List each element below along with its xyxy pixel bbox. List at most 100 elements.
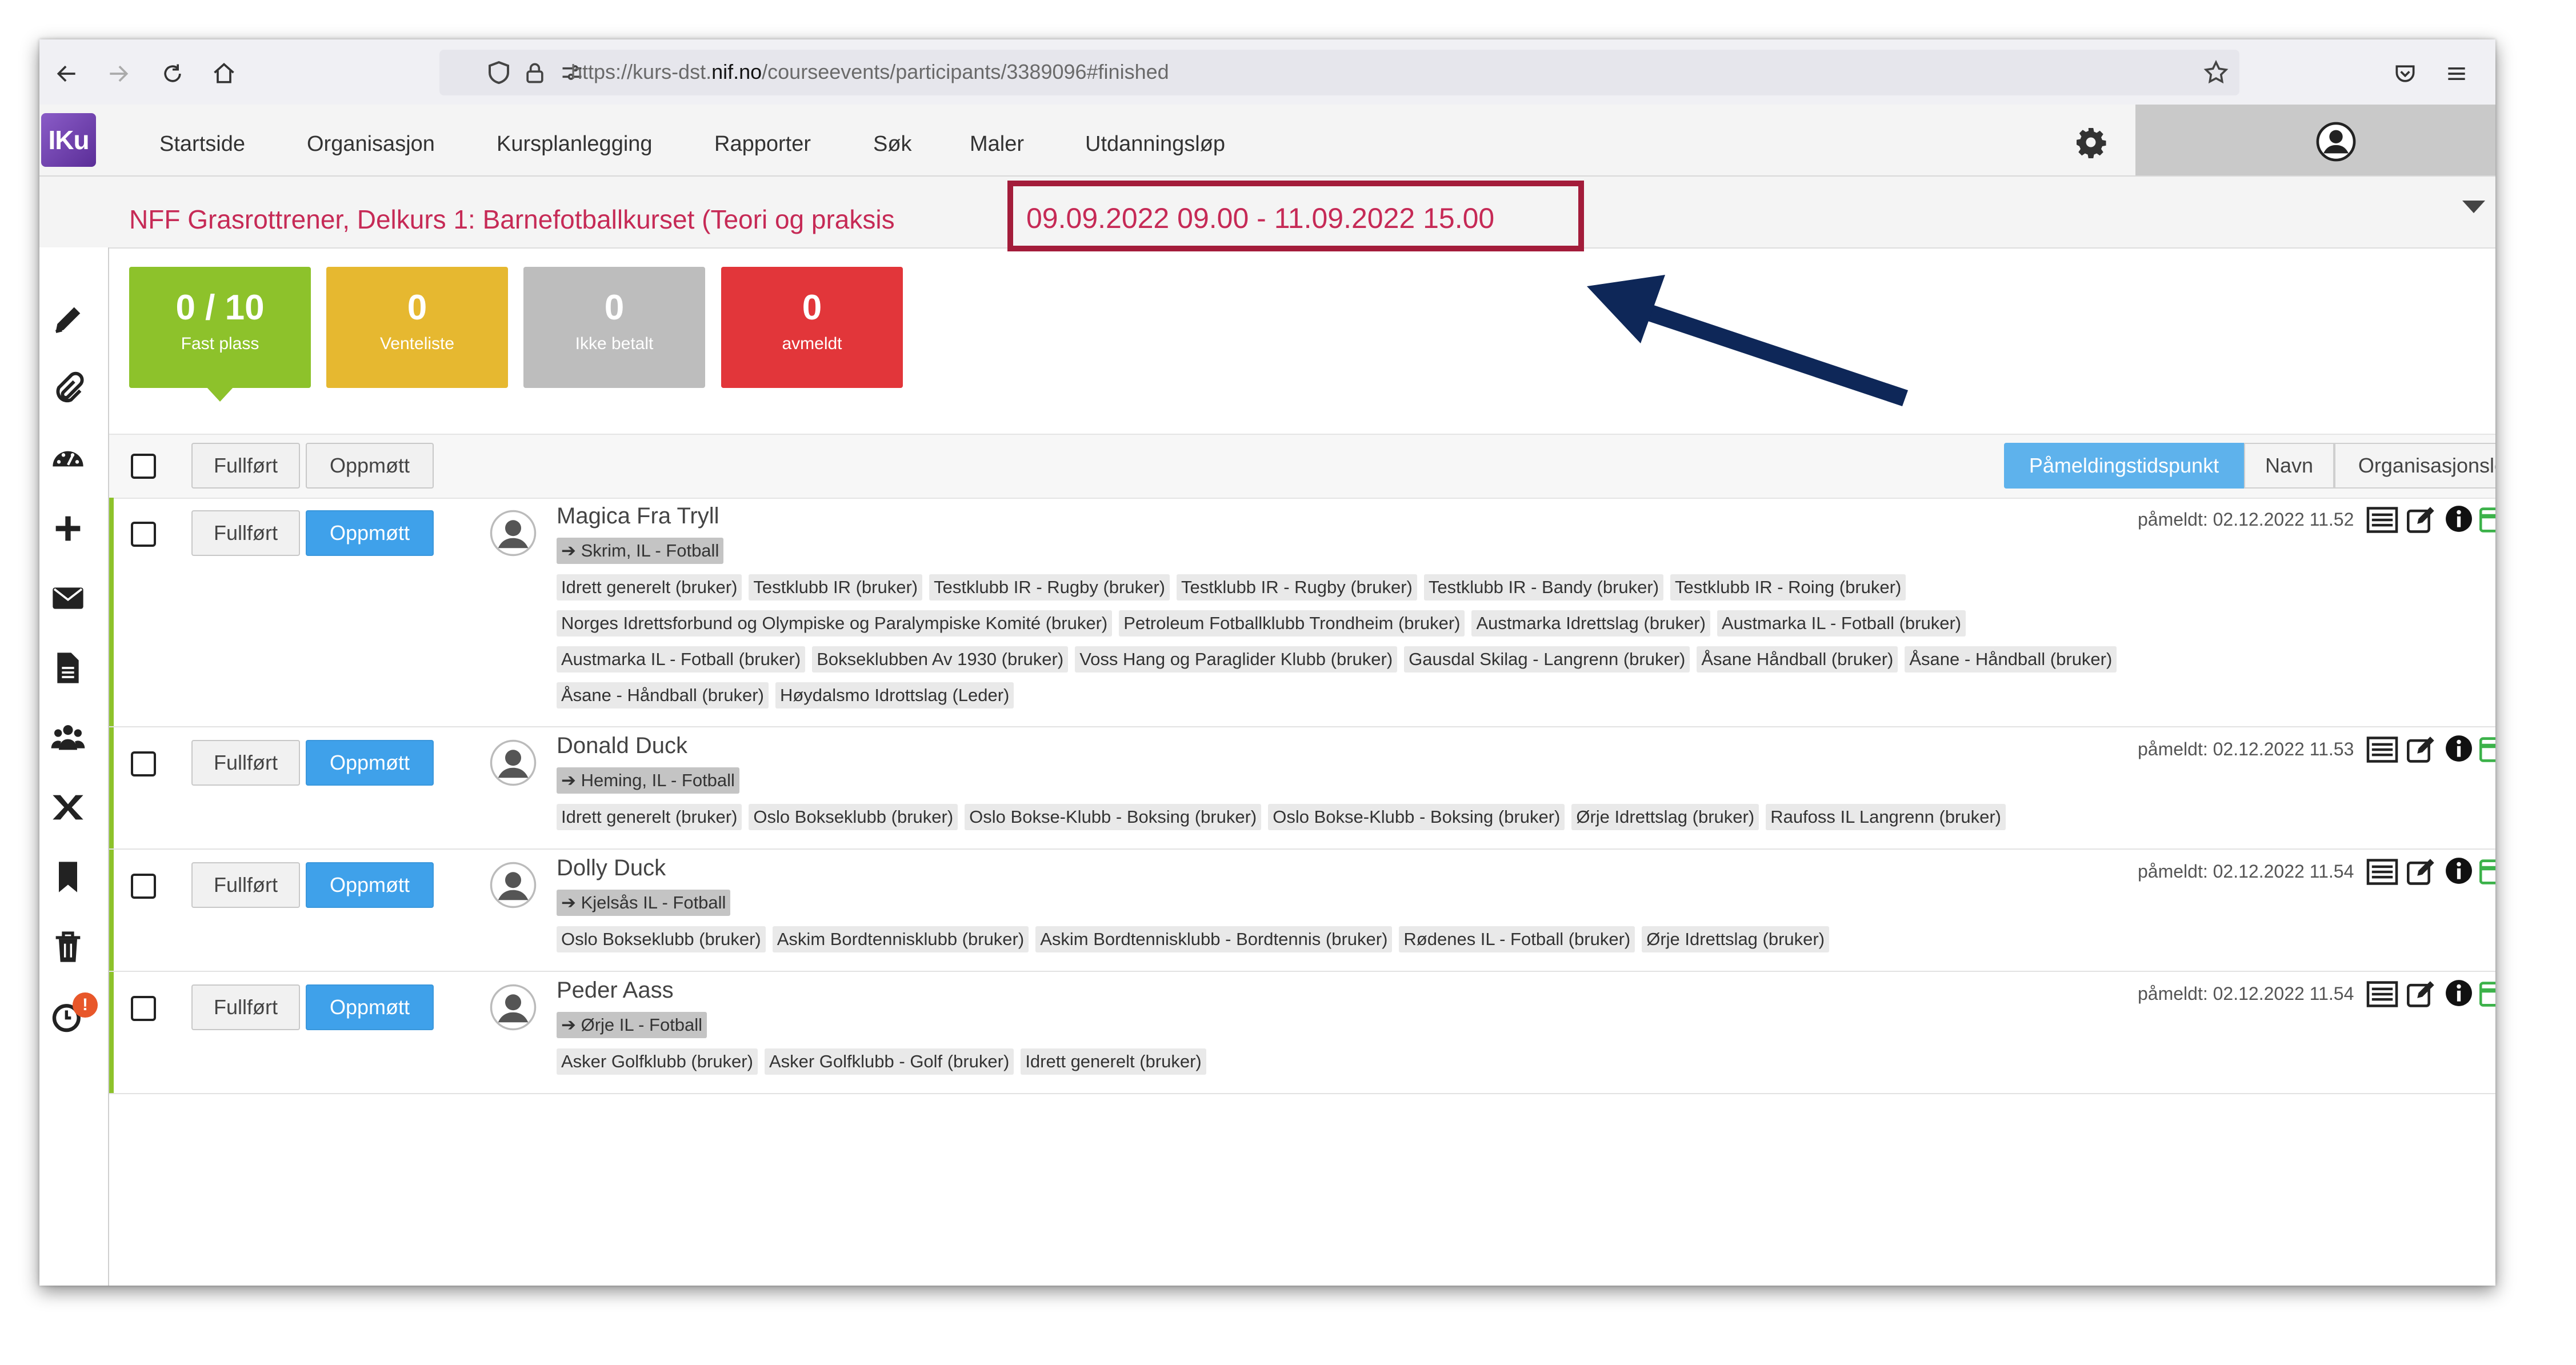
dashboard-icon[interactable]	[50, 441, 86, 477]
participant-avatar-icon[interactable]	[489, 983, 537, 1031]
attended-button[interactable]: Oppmøtt	[306, 510, 434, 556]
membership-tag: Idrett generelt (bruker)	[1021, 1048, 1206, 1075]
edit-icon[interactable]	[2405, 735, 2437, 764]
stat-tile-ikke-betalt[interactable]: 0 Ikke betalt	[523, 267, 705, 388]
user-avatar-icon[interactable]	[2316, 122, 2356, 162]
stat-tile-avmeldt[interactable]: 0 avmeldt	[721, 267, 903, 388]
membership-tag: Oslo Bokseklubb (bruker)	[749, 804, 958, 830]
edit-icon[interactable]	[2405, 858, 2437, 886]
app-logo[interactable]: IKu	[41, 113, 96, 167]
card-icon[interactable]	[2479, 858, 2495, 886]
bookmark-star-icon[interactable]	[2202, 59, 2230, 86]
completed-button[interactable]: Fullført	[191, 862, 300, 908]
stat-value: 0	[802, 288, 822, 327]
participant-checkbox[interactable]	[131, 751, 156, 776]
forward-icon[interactable]	[101, 57, 135, 91]
status-bar	[109, 850, 114, 971]
participant-checkbox[interactable]	[131, 996, 156, 1021]
card-icon[interactable]	[2479, 980, 2495, 1008]
participant-row: Fullført Oppmøtt Donald Duck ➔ Heming, I…	[109, 727, 2495, 850]
reload-icon[interactable]	[155, 57, 190, 91]
nav-organisasjon[interactable]: Organisasjon	[307, 132, 435, 157]
nav-maler[interactable]: Maler	[970, 132, 1024, 157]
main-navigation: IKu Startside Organisasjon Kursplanleggi…	[39, 105, 2495, 177]
dates-highlight-box	[1007, 181, 1584, 251]
membership-tag: Testklubb IR - Rugby (bruker)	[929, 574, 1170, 601]
list-icon[interactable]	[2366, 735, 2398, 764]
list-icon[interactable]	[2366, 980, 2398, 1008]
edit-icon[interactable]	[2405, 980, 2437, 1008]
participant-name[interactable]: Dolly Duck	[557, 855, 666, 881]
bulk-completed-button[interactable]: Fullført	[191, 443, 300, 489]
group-icon[interactable]	[50, 719, 86, 756]
completed-button[interactable]: Fullført	[191, 740, 300, 786]
membership-tag: Testklubb IR - Roing (bruker)	[1670, 574, 1906, 601]
nav-kursplanlegging[interactable]: Kursplanlegging	[497, 132, 653, 157]
list-icon[interactable]	[2366, 858, 2398, 886]
pencil-icon[interactable]	[50, 301, 86, 338]
info-icon[interactable]	[2443, 734, 2475, 763]
lock-icon[interactable]	[522, 59, 547, 86]
select-all-checkbox[interactable]	[131, 454, 156, 479]
stat-tile-fast-plass[interactable]: 0 / 10 Fast plass	[129, 267, 311, 388]
menu-icon[interactable]	[2439, 57, 2474, 91]
card-icon[interactable]	[2479, 506, 2495, 534]
plus-icon[interactable]	[50, 510, 86, 547]
membership-tag: Idrett generelt (bruker)	[557, 804, 742, 830]
attended-button[interactable]: Oppmøtt	[306, 740, 434, 786]
info-icon[interactable]	[2443, 979, 2475, 1007]
back-icon[interactable]	[50, 57, 84, 91]
stat-value: 0	[604, 288, 625, 327]
list-icon[interactable]	[2366, 506, 2398, 534]
participant-avatar-icon[interactable]	[489, 861, 537, 909]
sort-registration-time-button[interactable]: Påmeldingstidspunkt	[2004, 443, 2244, 489]
collapse-caret-icon[interactable]	[2462, 201, 2485, 213]
trash-icon[interactable]	[50, 928, 86, 965]
nav-utdanningslop[interactable]: Utdanningsløp	[1085, 132, 1225, 157]
nav-rapporter[interactable]: Rapporter	[714, 132, 811, 157]
participant-avatar-icon[interactable]	[489, 739, 537, 787]
shield-icon[interactable]	[485, 59, 513, 86]
nav-startside[interactable]: Startside	[159, 132, 245, 157]
completed-button[interactable]: Fullført	[191, 984, 300, 1030]
gear-icon[interactable]	[2074, 125, 2108, 159]
sort-organization-button[interactable]: Organisasjonsledd	[2334, 443, 2495, 489]
card-icon[interactable]	[2479, 735, 2495, 764]
stat-tile-venteliste[interactable]: 0 Venteliste	[326, 267, 508, 388]
edit-icon[interactable]	[2405, 506, 2437, 534]
paperclip-icon[interactable]	[50, 371, 86, 407]
participant-avatar-icon[interactable]	[489, 509, 537, 557]
course-title: NFF Grasrottrener, Delkurs 1: Barnefotba…	[129, 205, 895, 234]
participant-club: ➔ Kjelsås IL - Fotball	[557, 890, 731, 916]
membership-tag: Gausdal Skilag - Langrenn (bruker)	[1404, 646, 1690, 673]
club-name: Heming, IL - Fotball	[581, 770, 735, 790]
status-bar	[109, 498, 114, 726]
participant-name[interactable]: Peder Aass	[557, 978, 674, 1003]
membership-tag: Ørje Idrettslag (bruker)	[1571, 804, 1759, 830]
participant-checkbox[interactable]	[131, 522, 156, 547]
excel-icon[interactable]	[50, 789, 86, 826]
club-name: Skrim, IL - Fotball	[581, 541, 719, 561]
membership-tag: Austmarka IL - Fotball (bruker)	[557, 646, 806, 673]
envelope-icon[interactable]	[50, 580, 86, 617]
registered-timestamp: påmeldt: 02.12.2022 11.54	[2138, 983, 2354, 1004]
attended-button[interactable]: Oppmøtt	[306, 862, 434, 908]
nav-sok[interactable]: Søk	[873, 132, 912, 157]
info-icon[interactable]	[2443, 856, 2475, 885]
home-icon[interactable]	[207, 57, 241, 91]
pocket-icon[interactable]	[2388, 57, 2422, 91]
completed-button[interactable]: Fullført	[191, 510, 300, 556]
info-icon[interactable]	[2443, 505, 2475, 533]
participant-name[interactable]: Donald Duck	[557, 733, 687, 759]
attended-button[interactable]: Oppmøtt	[306, 984, 434, 1030]
membership-tag: Austmarka Idrettslag (bruker)	[1471, 610, 1710, 637]
sort-name-button[interactable]: Navn	[2244, 443, 2334, 489]
membership-tags: Åsane - Håndball (bruker) Høydalsmo Idro…	[557, 682, 1021, 708]
document-icon[interactable]	[50, 650, 86, 686]
participant-name[interactable]: Magica Fra Tryll	[557, 503, 719, 529]
membership-tag: Asker Golfklubb (bruker)	[557, 1048, 758, 1075]
participant-checkbox[interactable]	[131, 874, 156, 899]
bookmark-icon[interactable]	[50, 859, 86, 895]
bulk-attended-button[interactable]: Oppmøtt	[306, 443, 434, 489]
membership-tags: Austmarka IL - Fotball (bruker) Bokseklu…	[557, 646, 2123, 673]
